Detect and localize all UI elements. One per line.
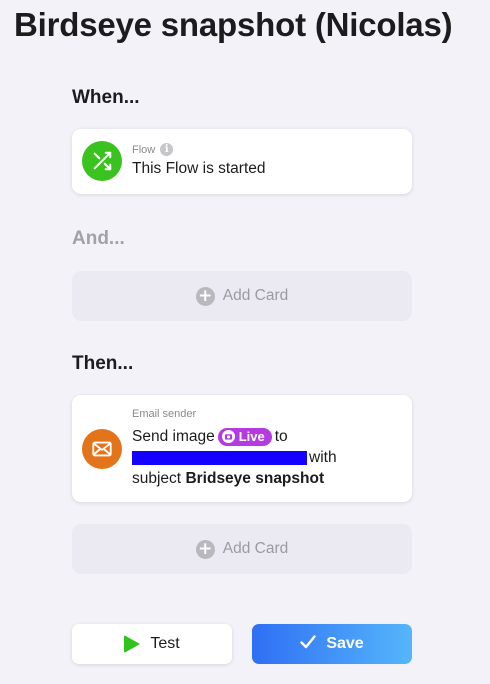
plus-icon: +	[195, 286, 215, 306]
card-kind-label: Email sender	[132, 408, 196, 420]
email-subject: Bridseye snapshot	[185, 470, 325, 487]
page-title: Birdseye snapshot (Nicolas)	[14, 6, 453, 43]
shuffle-icon	[82, 141, 122, 181]
card-kind-text: Flow	[132, 143, 156, 156]
then-action-card[interactable]: Email sender Send image Live to with sub…	[72, 395, 412, 502]
flow-editor: Birdseye snapshot (Nicolas) When... Flow…	[0, 0, 490, 684]
text-subject-prefix: subject	[132, 470, 182, 487]
card-line-3: subject Bridseye snapshot	[132, 468, 402, 489]
add-action-card-button[interactable]: + Add Card	[72, 524, 412, 574]
test-button[interactable]: Test	[72, 624, 232, 664]
checkmark-icon	[300, 634, 317, 654]
card-line-1: Send image Live to	[132, 426, 402, 447]
card-kind-text: Email sender	[132, 408, 197, 420]
text-with: with	[309, 449, 337, 466]
test-button-label: Test	[150, 635, 180, 652]
when-section-label: When...	[72, 87, 140, 108]
play-icon	[124, 635, 141, 653]
then-section-label: Then...	[72, 353, 134, 374]
card-description: Send image Live to with subject Bridseye…	[132, 426, 402, 489]
save-button-label: Save	[326, 635, 364, 652]
redacted-recipient	[132, 450, 307, 465]
text-send-image: Send image	[132, 428, 215, 445]
live-tag-label: Live	[238, 429, 265, 444]
when-trigger-card[interactable]: Flow i This Flow is started	[72, 129, 412, 194]
info-icon[interactable]: i	[160, 143, 174, 156]
card-kind-label: Flow i	[132, 143, 174, 156]
save-button[interactable]: Save	[252, 624, 412, 664]
card-line-2: with	[132, 447, 402, 468]
add-card-label: Add Card	[222, 540, 289, 557]
plus-icon: +	[195, 539, 215, 559]
card-description: This Flow is started	[132, 160, 266, 177]
and-section-label: And...	[72, 228, 125, 249]
envelope-icon	[82, 429, 122, 469]
live-image-tag[interactable]: Live	[217, 427, 272, 446]
add-condition-card-button[interactable]: + Add Card	[72, 271, 412, 321]
text-to: to	[274, 428, 288, 445]
add-card-label: Add Card	[222, 287, 289, 304]
camera-icon	[221, 430, 235, 443]
